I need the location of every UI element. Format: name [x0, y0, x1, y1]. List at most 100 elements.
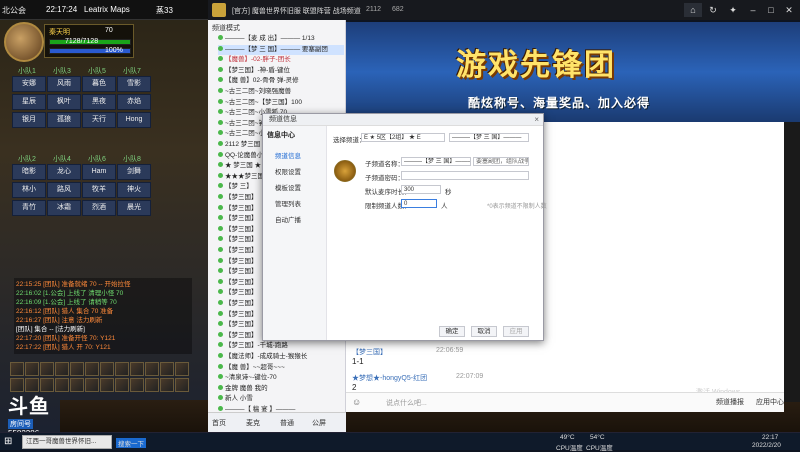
footer-item-1[interactable]: 首页 — [212, 418, 226, 428]
side-item-channel-info[interactable]: 频道信息 — [275, 150, 301, 160]
action-slot[interactable] — [55, 362, 69, 376]
taskbar-search[interactable]: 江西一哥魔兽世界怀旧... — [22, 435, 112, 449]
cancel-button[interactable]: 取消 — [471, 326, 497, 337]
channel-tree-item[interactable]: 【魔 兽】02-骨骨 弹-灵修 — [218, 76, 344, 86]
channel-tree-item[interactable]: ~古三二团~【梦三国】100 — [218, 98, 344, 108]
chat-input-row: ☺ 说点什么吧... 频道播报 应用中心 — [346, 392, 784, 412]
raid-member-frame[interactable]: 星辰 — [12, 94, 46, 110]
action-slot[interactable] — [85, 378, 99, 392]
subchannel-desc-field[interactable]: 要塞副团，组队战争分门 — [473, 157, 529, 166]
status-dot-icon — [218, 331, 223, 337]
channel-tree-item[interactable]: 金牌 魔兽 我的 — [218, 384, 344, 394]
raid-member-frame[interactable]: 安娜 — [12, 76, 46, 92]
maximize-icon[interactable]: □ — [762, 3, 780, 17]
emoji-icon[interactable]: ☺ — [352, 397, 361, 407]
footer-item-4[interactable]: 公屏 — [312, 418, 326, 428]
action-slot[interactable] — [115, 362, 129, 376]
channel-tree-item[interactable]: 【梦三国】-神-盾-键位 — [218, 66, 344, 76]
raid-member-frame[interactable]: 银月 — [12, 112, 46, 128]
chat-input[interactable]: 说点什么吧... — [386, 398, 626, 409]
raid-member-frame[interactable]: 剑舞 — [117, 164, 151, 180]
side-item-auto-broadcast[interactable]: 自动广播 — [275, 214, 301, 224]
raid-member-frame[interactable]: Hong — [117, 112, 151, 128]
raid-member-frame[interactable]: 冰霜 — [47, 200, 81, 216]
raid-member-frame[interactable]: 暗影 — [12, 164, 46, 180]
raid-member-frame[interactable]: 孤狼 — [47, 112, 81, 128]
action-slot[interactable] — [25, 362, 39, 376]
select-channel-dropdown[interactable]: E ★ 5区【2组】 ★ E — [361, 133, 445, 142]
raid-member-frame[interactable]: 风雨 — [47, 76, 81, 92]
channel-mode-tab[interactable]: 频道模式 — [212, 23, 240, 33]
raid-member-frame[interactable]: 赤焰 — [117, 94, 151, 110]
action-slot[interactable] — [115, 378, 129, 392]
raid-member-frame[interactable]: 青竹 — [12, 200, 46, 216]
player-frame[interactable]: 秦天明 70 7128/7128 100% — [44, 24, 134, 58]
action-slot[interactable] — [85, 362, 99, 376]
mic-duration-field[interactable]: 300 — [401, 185, 441, 194]
reload-icon[interactable]: ↻ — [704, 3, 722, 17]
scroll-edge — [784, 122, 800, 402]
start-icon[interactable]: ⊞ — [4, 436, 12, 447]
channel-tree-item[interactable]: 【魔 兽】~~超哥~~~ — [218, 363, 344, 373]
channel-tree-item[interactable]: ~清泉诗~-键位-70 — [218, 373, 344, 383]
action-slot[interactable] — [160, 378, 174, 392]
raid-member-frame[interactable]: 牧羊 — [82, 182, 116, 198]
side-item-permissions[interactable]: 权限设置 — [275, 166, 301, 176]
chat-sender-2[interactable]: ★梦想★-hongyQ5-红团 — [352, 373, 427, 383]
broadcast-link[interactable]: 频道播报 — [716, 397, 744, 407]
channel-tree-item[interactable]: 【魔兽】-02-胖子-团长 — [218, 55, 344, 65]
apply-button[interactable]: 应用 — [503, 326, 529, 337]
action-slot[interactable] — [10, 362, 24, 376]
action-slot[interactable] — [175, 362, 189, 376]
promo-banner[interactable]: 游戏先锋团 酷炫称号、海量奖品、加入必得 — [346, 22, 800, 122]
channel-tree-item[interactable]: 【魔法师】-成成骑士-猴猴长 — [218, 352, 344, 362]
raid-member-frame[interactable]: 神火 — [117, 182, 151, 198]
channel-tree-item[interactable]: 【梦三国】-千城-跑路 — [218, 341, 344, 351]
raid-member-frame[interactable]: Ham — [82, 164, 116, 180]
action-slot[interactable] — [160, 362, 174, 376]
raid-member-frame[interactable]: 雪影 — [117, 76, 151, 92]
raid-member-frame[interactable]: 天行 — [82, 112, 116, 128]
action-slot[interactable] — [40, 362, 54, 376]
action-slot[interactable] — [130, 378, 144, 392]
limit-people-field[interactable]: 0 — [401, 199, 437, 208]
raid-member-frame[interactable]: 林小 — [12, 182, 46, 198]
ok-button[interactable]: 确定 — [439, 326, 465, 337]
action-slot[interactable] — [145, 378, 159, 392]
home-icon[interactable]: ⌂ — [684, 3, 702, 17]
subchannel-password-field[interactable] — [401, 171, 529, 180]
subchannel-name-field[interactable]: ———【梦 三 国】——— — [401, 157, 471, 166]
status-dot-icon — [218, 35, 223, 40]
footer-item-2[interactable]: 麦克 — [246, 418, 260, 428]
channel-tree-item[interactable]: 新人 小雪 — [218, 394, 344, 404]
raid-member-frame[interactable]: 烈酒 — [82, 200, 116, 216]
search-button[interactable]: 搜索一下 — [116, 438, 146, 448]
close-icon[interactable]: ✕ — [780, 3, 798, 17]
channel-tree-item[interactable]: ———【梦 三 国】——— 要塞副团 — [218, 44, 344, 55]
raid-member-frame[interactable]: 晨光 — [117, 200, 151, 216]
player-portrait[interactable] — [4, 22, 44, 62]
side-item-templates[interactable]: 模板设置 — [275, 182, 301, 192]
pin-icon[interactable]: ✦ — [724, 3, 742, 17]
channel-tree-item[interactable]: ~古三二团~刘晓强魔兽 — [218, 87, 344, 97]
action-slot[interactable] — [130, 362, 144, 376]
action-slot[interactable] — [100, 362, 114, 376]
dialog-close-icon[interactable]: × — [534, 115, 539, 124]
minimize-icon[interactable]: – — [744, 3, 762, 17]
action-slot[interactable] — [145, 362, 159, 376]
action-slot[interactable] — [70, 378, 84, 392]
footer-item-3[interactable]: 普通 — [280, 418, 294, 428]
action-slot[interactable] — [70, 362, 84, 376]
action-slot[interactable] — [100, 378, 114, 392]
raid-member-frame[interactable]: 路风 — [47, 182, 81, 198]
select-subchannel-dropdown[interactable]: ———【梦 三 国】——— — [449, 133, 529, 142]
action-slot[interactable] — [175, 378, 189, 392]
app-center-link[interactable]: 应用中心 — [756, 397, 784, 407]
raid-member-frame[interactable]: 暮色 — [82, 76, 116, 92]
raid-member-frame[interactable]: 枫叶 — [47, 94, 81, 110]
raid-member-frame[interactable]: 龙心 — [47, 164, 81, 180]
raid-member-frame[interactable]: 黑夜 — [82, 94, 116, 110]
side-item-admins[interactable]: 管理列表 — [275, 198, 301, 208]
channel-tree-item[interactable]: ———【麦 成 出】——— 1/13 — [218, 34, 344, 44]
chat-sender-1[interactable]: 【梦三国】 — [352, 347, 387, 357]
